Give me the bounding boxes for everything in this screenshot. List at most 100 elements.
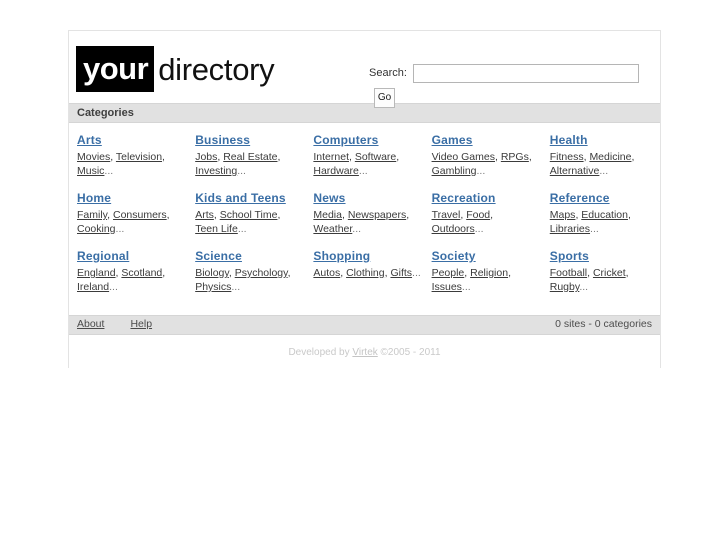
subcategory-link[interactable]: People — [432, 267, 465, 279]
subcategory-link[interactable]: Ireland — [77, 281, 109, 293]
footer-link-help[interactable]: Help — [130, 318, 152, 330]
category-link-reference[interactable]: Reference — [550, 191, 610, 205]
subcategory-link[interactable]: Physics — [195, 281, 231, 293]
subcategory-ellipsis: ... — [352, 223, 362, 235]
subcategory-link[interactable]: Alternative — [550, 165, 600, 177]
subcategory-separator: , — [508, 267, 511, 279]
category-link-business[interactable]: Business — [195, 133, 250, 147]
search-area: Search: Go — [369, 64, 647, 108]
subcategory-link[interactable]: RPGs — [501, 151, 529, 163]
category-cell-news: News Media, Newspapers, Weather... — [305, 191, 423, 236]
subcategory-link[interactable]: Food — [466, 209, 490, 221]
subcategory-link[interactable]: Medicine — [589, 151, 631, 163]
subcategory-separator: , — [406, 209, 410, 221]
subcategory-ellipsis: ... — [237, 223, 247, 235]
subcategory-ellipsis: ... — [104, 165, 114, 177]
subcategory-link[interactable]: School Time — [220, 209, 278, 221]
subcategory-link[interactable]: Gifts — [390, 267, 412, 279]
category-link-news[interactable]: News — [313, 191, 345, 205]
subcategory-list: Travel, Food, Outdoors... — [432, 208, 540, 236]
subcategory-link[interactable]: Psychology — [235, 267, 288, 279]
footer-stats: 0 sites - 0 categories — [555, 318, 652, 330]
subcategory-link[interactable]: Family — [77, 209, 107, 221]
subcategory-list: Football, Cricket, Rugby... — [550, 266, 658, 294]
subcategory-link[interactable]: Television — [116, 151, 162, 163]
subcategory-link[interactable]: England — [77, 267, 116, 279]
subcategory-link[interactable]: Investing — [195, 165, 237, 177]
subcategory-list: Fitness, Medicine, Alternative... — [550, 150, 658, 178]
subcategory-separator: , — [490, 209, 494, 221]
category-cell-regional: Regional England, Scotland, Ireland... — [69, 249, 187, 294]
subcategory-separator: , — [625, 267, 629, 279]
subcategory-separator: , — [166, 209, 170, 221]
subcategory-link[interactable]: Newspapers — [348, 209, 406, 221]
subcategory-link[interactable]: Libraries — [550, 223, 590, 235]
credit-link-virtek[interactable]: Virtek — [352, 347, 377, 358]
subcategory-link[interactable]: Clothing — [346, 267, 385, 279]
category-link-shopping[interactable]: Shopping — [313, 249, 370, 263]
subcategory-link[interactable]: Gambling — [432, 165, 477, 177]
category-link-computers[interactable]: Computers — [313, 133, 378, 147]
subcategory-link[interactable]: Weather — [313, 223, 352, 235]
subcategory-link[interactable]: Biology — [195, 267, 229, 279]
subcategory-link[interactable]: Outdoors — [432, 223, 475, 235]
subcategory-separator: , — [396, 151, 400, 163]
subcategory-link[interactable]: Real Estate — [223, 151, 277, 163]
subcategory-separator: , — [162, 267, 166, 279]
subcategory-separator: , — [277, 209, 281, 221]
subcategory-link[interactable]: Jobs — [195, 151, 217, 163]
subcategory-link[interactable]: Internet — [313, 151, 349, 163]
footer-link-about[interactable]: About — [77, 318, 104, 330]
site-header: your directory Search: Go — [69, 31, 660, 108]
category-link-health[interactable]: Health — [550, 133, 588, 147]
category-link-regional[interactable]: Regional — [77, 249, 129, 263]
subcategory-link[interactable]: Travel — [432, 209, 461, 221]
category-cell-shopping: Shopping Autos, Clothing, Gifts... — [305, 249, 423, 294]
subcategory-link[interactable]: Consumers — [113, 209, 167, 221]
subcategory-list: England, Scotland, Ireland... — [77, 266, 185, 294]
subcategory-link[interactable]: Media — [313, 209, 342, 221]
subcategory-link[interactable]: Movies — [77, 151, 110, 163]
subcategory-link[interactable]: Arts — [195, 209, 214, 221]
subcategory-link[interactable]: Video Games — [432, 151, 495, 163]
category-link-arts[interactable]: Arts — [77, 133, 102, 147]
category-link-games[interactable]: Games — [432, 133, 473, 147]
subcategory-link[interactable]: Football — [550, 267, 587, 279]
category-row: Arts Movies, Television, Music... Busine… — [69, 133, 660, 191]
subcategory-link[interactable]: Scotland — [121, 267, 162, 279]
logo-word-your: your — [76, 46, 155, 92]
category-cell-games: Games Video Games, RPGs, Gambling... — [424, 133, 542, 178]
subcategory-link[interactable]: Cricket — [593, 267, 626, 279]
subcategory-link[interactable]: Hardware — [313, 165, 359, 177]
subcategory-ellipsis: ... — [590, 223, 599, 235]
search-go-row: Go — [369, 88, 647, 108]
subcategory-list: Movies, Television, Music... — [77, 150, 185, 178]
category-link-sports[interactable]: Sports — [550, 249, 589, 263]
category-link-recreation[interactable]: Recreation — [432, 191, 496, 205]
subcategory-separator: , — [162, 151, 165, 163]
footer-links: About Help — [77, 317, 555, 332]
subcategory-link[interactable]: Cooking — [77, 223, 116, 235]
subcategory-link[interactable]: Fitness — [550, 151, 584, 163]
category-link-science[interactable]: Science — [195, 249, 242, 263]
site-logo[interactable]: your directory — [76, 46, 275, 92]
category-cell-sports: Sports Football, Cricket, Rugby... — [542, 249, 660, 294]
category-cell-recreation: Recreation Travel, Food, Outdoors... — [424, 191, 542, 236]
search-input[interactable] — [412, 64, 639, 83]
category-link-home[interactable]: Home — [77, 191, 111, 205]
credit-suffix: ©2005 - 2011 — [377, 347, 441, 358]
subcategory-link[interactable]: Software — [355, 151, 396, 163]
category-link-society[interactable]: Society — [432, 249, 476, 263]
logo-word-directory: directory — [158, 51, 275, 87]
subcategory-link[interactable]: Issues — [432, 281, 462, 293]
subcategory-link[interactable]: Autos — [313, 267, 340, 279]
subcategory-link[interactable]: Religion — [470, 267, 508, 279]
subcategory-link[interactable]: Rugby — [550, 281, 580, 293]
subcategory-list: Arts, School Time, Teen Life... — [195, 208, 303, 236]
subcategory-link[interactable]: Education — [581, 209, 628, 221]
category-link-kids-and-teens[interactable]: Kids and Teens — [195, 191, 286, 205]
search-go-button[interactable]: Go — [374, 88, 395, 108]
subcategory-link[interactable]: Maps — [550, 209, 576, 221]
subcategory-link[interactable]: Music — [77, 165, 104, 177]
subcategory-link[interactable]: Teen Life — [195, 223, 238, 235]
